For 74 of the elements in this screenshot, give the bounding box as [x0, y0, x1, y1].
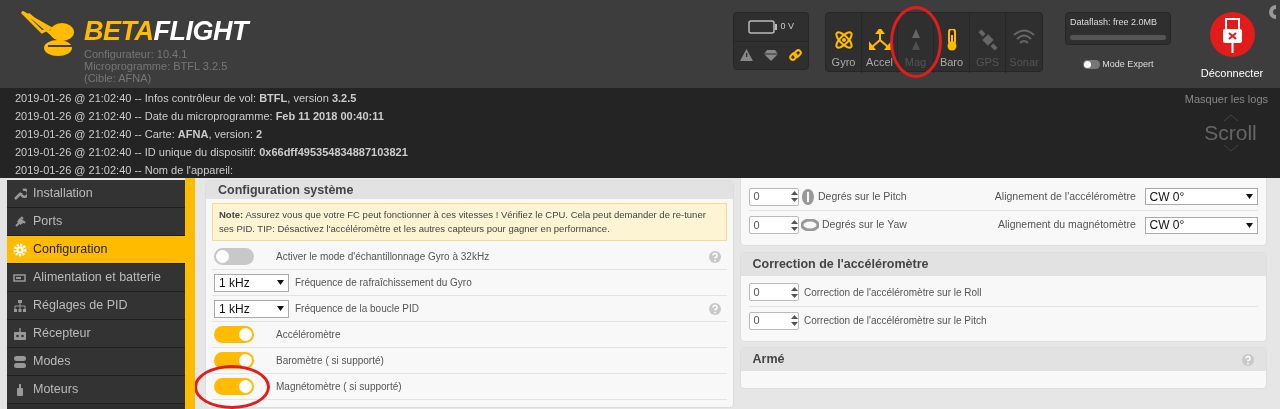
- sidebar-item[interactable]: Modes: [7, 348, 185, 376]
- setting-label: Alignement du magnétomètre: [998, 217, 1136, 233]
- log-line: 2019-01-26 @ 21:02:40 -- Infos contrôleur de vol: BTFL, version 3.2.5: [15, 91, 358, 106]
- setting-label: Activer le mode d'échantillonnage Gyro à 32kHz: [276, 250, 490, 264]
- sidebar-item[interactable]: Récepteur: [7, 320, 185, 348]
- caret-icon: [1245, 194, 1253, 199]
- sensor-indicator: Baro: [934, 13, 970, 73]
- spinner-arrows-icon: [790, 191, 798, 202]
- sidebar-item[interactable]: Ports: [7, 208, 185, 236]
- atom-icon: [832, 29, 855, 51]
- dropdown[interactable]: CW 0°: [1144, 216, 1258, 234]
- unplug-icon: [1209, 12, 1255, 57]
- expert-mode-label: Mode Expert: [1102, 58, 1154, 71]
- setting-label: Accéléromètre: [276, 328, 341, 342]
- battery-voltage: 0 V: [780, 20, 795, 34]
- setting-label: Correction de l'accéléromètre sur le Roll: [804, 285, 982, 300]
- toggle-switch[interactable]: [214, 378, 254, 395]
- pitch-icon: [801, 187, 816, 206]
- hide-logs-link[interactable]: Masquer les logs: [1184, 91, 1268, 108]
- caret-icon: [277, 306, 284, 311]
- caret-icon: [277, 280, 284, 285]
- setting-label: Degrés sur le Pitch: [818, 188, 907, 204]
- scroll-label: Scroll: [1204, 121, 1257, 144]
- sidebar-item[interactable]: Installation: [7, 180, 185, 208]
- hierarchy-icon: [13, 298, 27, 313]
- setting-label: Alignement de l'accéléromètre: [994, 188, 1136, 204]
- spinner-arrows-icon: [790, 315, 798, 326]
- number-input[interactable]: 0: [748, 311, 799, 330]
- log-line: 2019-01-26 @ 21:02:40 -- Carte: AFNA, version: 2: [15, 127, 264, 142]
- log-line: 2019-01-26 @ 21:02:40 -- Nom de l'appareil:: [15, 163, 235, 178]
- wrench-icon: [13, 186, 27, 201]
- sidebar-item[interactable]: Configuration: [7, 236, 185, 264]
- caret-icon: [1245, 222, 1253, 228]
- firmware-version: Microprogramme: BTFL 3.2.5 (Cible: AFNA): [84, 59, 229, 84]
- dataflash-panel: Dataflash: free 2.0MB: [1065, 12, 1171, 45]
- spinner-arrows-icon: [790, 219, 798, 231]
- toggle-switch[interactable]: [214, 326, 254, 343]
- chevron-down-icon: [1222, 143, 1239, 152]
- note-text: Note: Assurez vous que votre FC peut fonctionner à ces vitesses ! Vérifiez le CPU. Cela peut demander de re-tuner ses PID. TIP: Désactivez l'accéléromètre et les autres capteurs pour gagner en performance.: [212, 203, 727, 241]
- log-line: 2019-01-26 @ 21:02:40 -- Date du microprogramme: Feb 11 2018 00:40:11: [15, 109, 385, 124]
- battery-icon: [747, 20, 778, 34]
- sensor-indicator: Accel: [862, 13, 898, 73]
- dropdown[interactable]: 1 kHz: [214, 273, 289, 292]
- sidebar-item[interactable]: Alimentation et batterie: [7, 264, 185, 292]
- setting-label: Correction de l'accéléromètre sur le Pitch: [804, 314, 987, 328]
- dropdown[interactable]: 1 kHz: [214, 299, 289, 318]
- number-input[interactable]: 0: [748, 216, 799, 234]
- sidebar-item[interactable]: Réglages de PID: [7, 292, 185, 320]
- setting-label: Baromètre ( si supporté): [276, 354, 384, 368]
- panel-title: Configuration système: [206, 181, 733, 199]
- axes-icon: [868, 29, 891, 51]
- yaw-icon: [801, 219, 820, 231]
- panel-title: Armé: [752, 351, 785, 369]
- toggle-switch[interactable]: [214, 248, 254, 265]
- chevron-up-icon: [1222, 113, 1239, 122]
- gear-icon: [13, 242, 27, 257]
- number-input[interactable]: 0: [748, 187, 799, 206]
- setting-label: Fréquence de rafraîchissement du Gyro: [295, 276, 472, 290]
- robot-icon: [13, 326, 27, 341]
- setting-label: Degrés sur le Yaw: [822, 217, 907, 233]
- expert-mode-toggle[interactable]: [1082, 60, 1100, 70]
- dropdown[interactable]: CW 0°: [1144, 188, 1258, 205]
- spinner-arrows-icon: [790, 286, 798, 298]
- sensor-indicator: Gyro: [826, 13, 862, 73]
- configurator-version: Configurateur: 10.4.1: [84, 47, 189, 60]
- setting-label: Magnétomètre ( si supporté): [276, 380, 402, 394]
- log-line: 2019-01-26 @ 21:02:40 -- ID unique du dispositif: 0x66dff495354834887103821: [15, 145, 409, 160]
- plug-icon: [13, 214, 27, 229]
- sidebar-item[interactable]: Moteurs: [7, 376, 185, 404]
- panel-title: Correction de l'accéléromètre: [740, 252, 1266, 276]
- toggles-icon: [13, 354, 27, 369]
- number-input[interactable]: 0: [748, 283, 799, 301]
- disconnect-button[interactable]: Déconnecter: [1197, 12, 1267, 88]
- setting-label: Fréquence de la boucle PID: [295, 302, 419, 316]
